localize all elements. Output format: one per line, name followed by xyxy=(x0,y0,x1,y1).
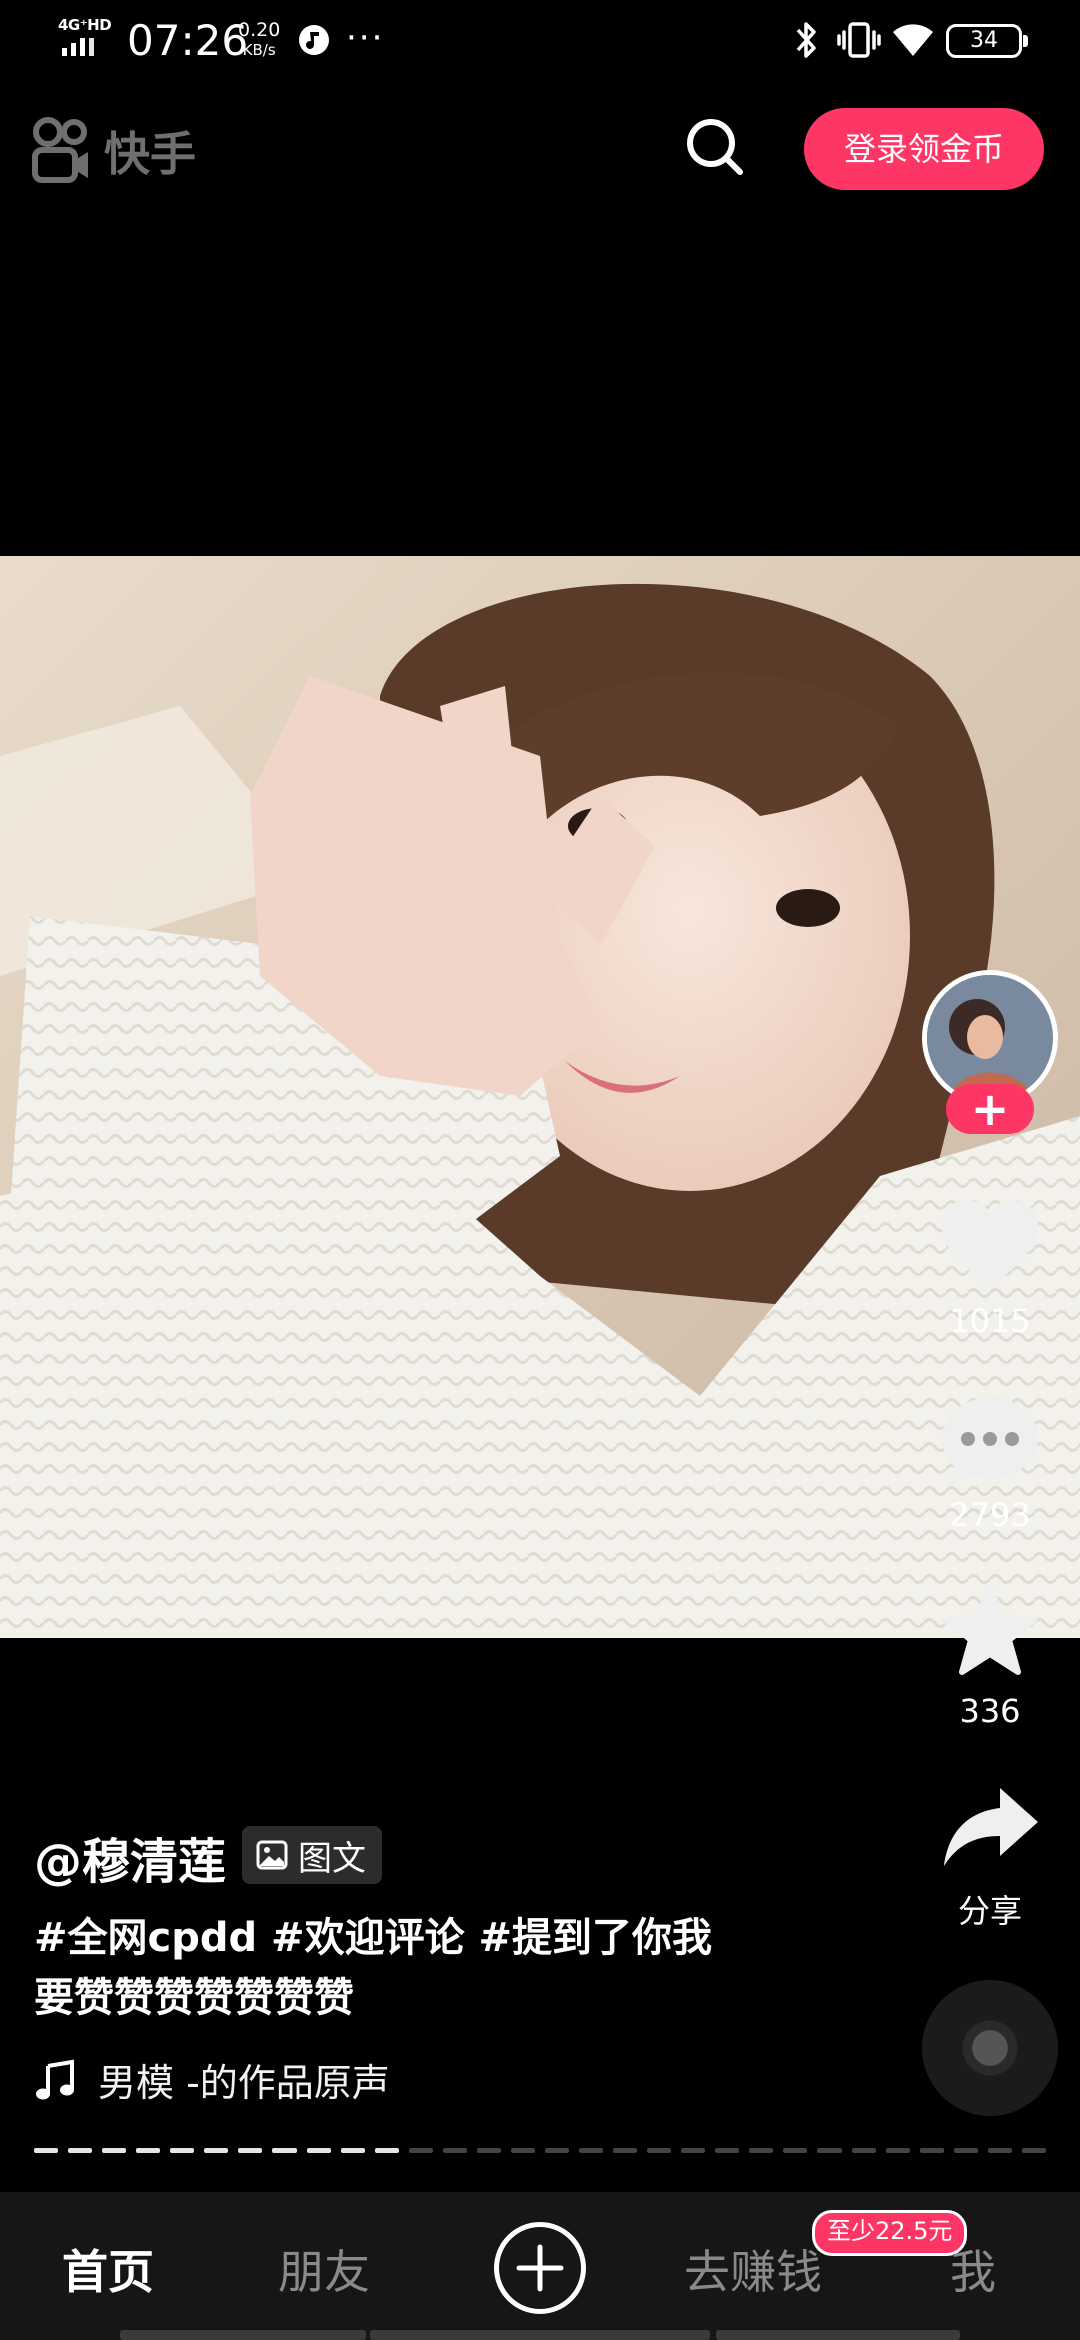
favorite-count: 336 xyxy=(959,1692,1021,1730)
progress-segment xyxy=(408,2148,433,2153)
progress-segment xyxy=(442,2148,467,2153)
gesture-bar xyxy=(716,2330,960,2340)
wifi-icon xyxy=(893,24,933,56)
signal-icon xyxy=(62,38,94,56)
progress-segment xyxy=(715,2148,740,2153)
nav-earn[interactable]: 去赚钱 xyxy=(684,2236,822,2302)
notification-icon xyxy=(299,25,329,55)
progress-segment xyxy=(340,2148,365,2153)
nav-home[interactable]: 首页 xyxy=(62,2236,154,2302)
progress-segment xyxy=(510,2148,535,2153)
clock: 07:26 xyxy=(127,16,249,65)
progress-segment xyxy=(374,2148,399,2153)
progress-segment xyxy=(613,2148,638,2153)
description-line: #全网cpdd #欢迎评论 #提到了你我 xyxy=(34,1915,713,1961)
progress-segment xyxy=(170,2148,195,2153)
gesture-bar xyxy=(370,2330,710,2340)
favorite-star-icon[interactable] xyxy=(938,1582,1042,1682)
plus-icon xyxy=(516,2244,564,2292)
music-disc-icon[interactable] xyxy=(922,1980,1058,2116)
progress-segment xyxy=(102,2148,127,2153)
progress-segment xyxy=(204,2148,229,2153)
progress-segment xyxy=(476,2148,501,2153)
comment-icon[interactable] xyxy=(938,1392,1042,1492)
progress-segment xyxy=(579,2148,604,2153)
follow-button[interactable]: + xyxy=(946,1084,1034,1134)
nav-me[interactable]: 我 xyxy=(950,2236,996,2302)
net-speed: 0.20 KB/s xyxy=(238,20,280,60)
progress-segment xyxy=(34,2148,59,2153)
gesture-bar xyxy=(120,2330,366,2340)
progress-segment xyxy=(749,2148,774,2153)
progress-segment xyxy=(783,2148,808,2153)
status-bar: 4G⁺HD 07:26 0.20 KB/s ··· 34 xyxy=(0,0,1080,84)
battery-level: 34 xyxy=(970,28,998,53)
progress-segment xyxy=(919,2148,944,2153)
progress-segment xyxy=(647,2148,672,2153)
like-count: 1015 xyxy=(949,1302,1031,1340)
photo-image xyxy=(0,556,1080,1638)
progress-segment xyxy=(817,2148,842,2153)
like-icon[interactable] xyxy=(938,1196,1042,1296)
network-type: 4G⁺HD xyxy=(58,16,112,34)
net-speed-value: 0.20 xyxy=(238,19,281,41)
progress-segment xyxy=(272,2148,297,2153)
post-type-label: 图文 xyxy=(298,1838,366,1879)
battery-icon: 34 xyxy=(946,24,1028,58)
vibrate-icon xyxy=(837,22,881,58)
nav-friends[interactable]: 朋友 xyxy=(278,2236,370,2302)
app-name: 快手 xyxy=(104,127,196,181)
comment-count: 2793 xyxy=(949,1496,1031,1534)
progress-segment xyxy=(681,2148,706,2153)
progress-segment xyxy=(68,2148,93,2153)
net-speed-unit: KB/s xyxy=(242,41,276,59)
create-post-button[interactable] xyxy=(494,2222,586,2314)
share-icon[interactable] xyxy=(938,1780,1042,1880)
earn-badge: 至少22.5元 xyxy=(812,2210,968,2256)
progress-segment xyxy=(238,2148,263,2153)
music-title: 男模 -的作品原声 xyxy=(98,2061,390,2105)
progress-segment xyxy=(953,2148,978,2153)
description-line: 要赞赞赞赞赞赞赞 xyxy=(34,1975,354,2021)
search-icon[interactable] xyxy=(684,116,746,178)
author-name[interactable]: @穆清莲 xyxy=(34,1822,226,1892)
progress-segment xyxy=(885,2148,910,2153)
progress-segment xyxy=(136,2148,161,2153)
post-type-tag: 图文 xyxy=(242,1826,382,1884)
progress-segment xyxy=(306,2148,331,2153)
post-photo[interactable] xyxy=(0,556,1080,1638)
share-label: 分享 xyxy=(957,1892,1022,1930)
image-icon xyxy=(256,1840,288,1870)
image-progress-bar xyxy=(34,2148,1046,2153)
more-notifications: ··· xyxy=(346,18,385,58)
music-info[interactable]: 男模 -的作品原声 xyxy=(34,2052,390,2107)
post-description[interactable]: #全网cpdd #欢迎评论 #提到了你我 要赞赞赞赞赞赞赞 xyxy=(34,1908,874,2028)
progress-segment xyxy=(544,2148,569,2153)
music-note-icon xyxy=(36,2059,74,2099)
bluetooth-icon xyxy=(796,22,816,58)
progress-segment xyxy=(851,2148,876,2153)
progress-segment xyxy=(1021,2148,1046,2153)
login-button[interactable]: 登录领金币 xyxy=(804,108,1044,190)
progress-segment xyxy=(987,2148,1012,2153)
kuaishou-logo-icon xyxy=(32,117,88,183)
